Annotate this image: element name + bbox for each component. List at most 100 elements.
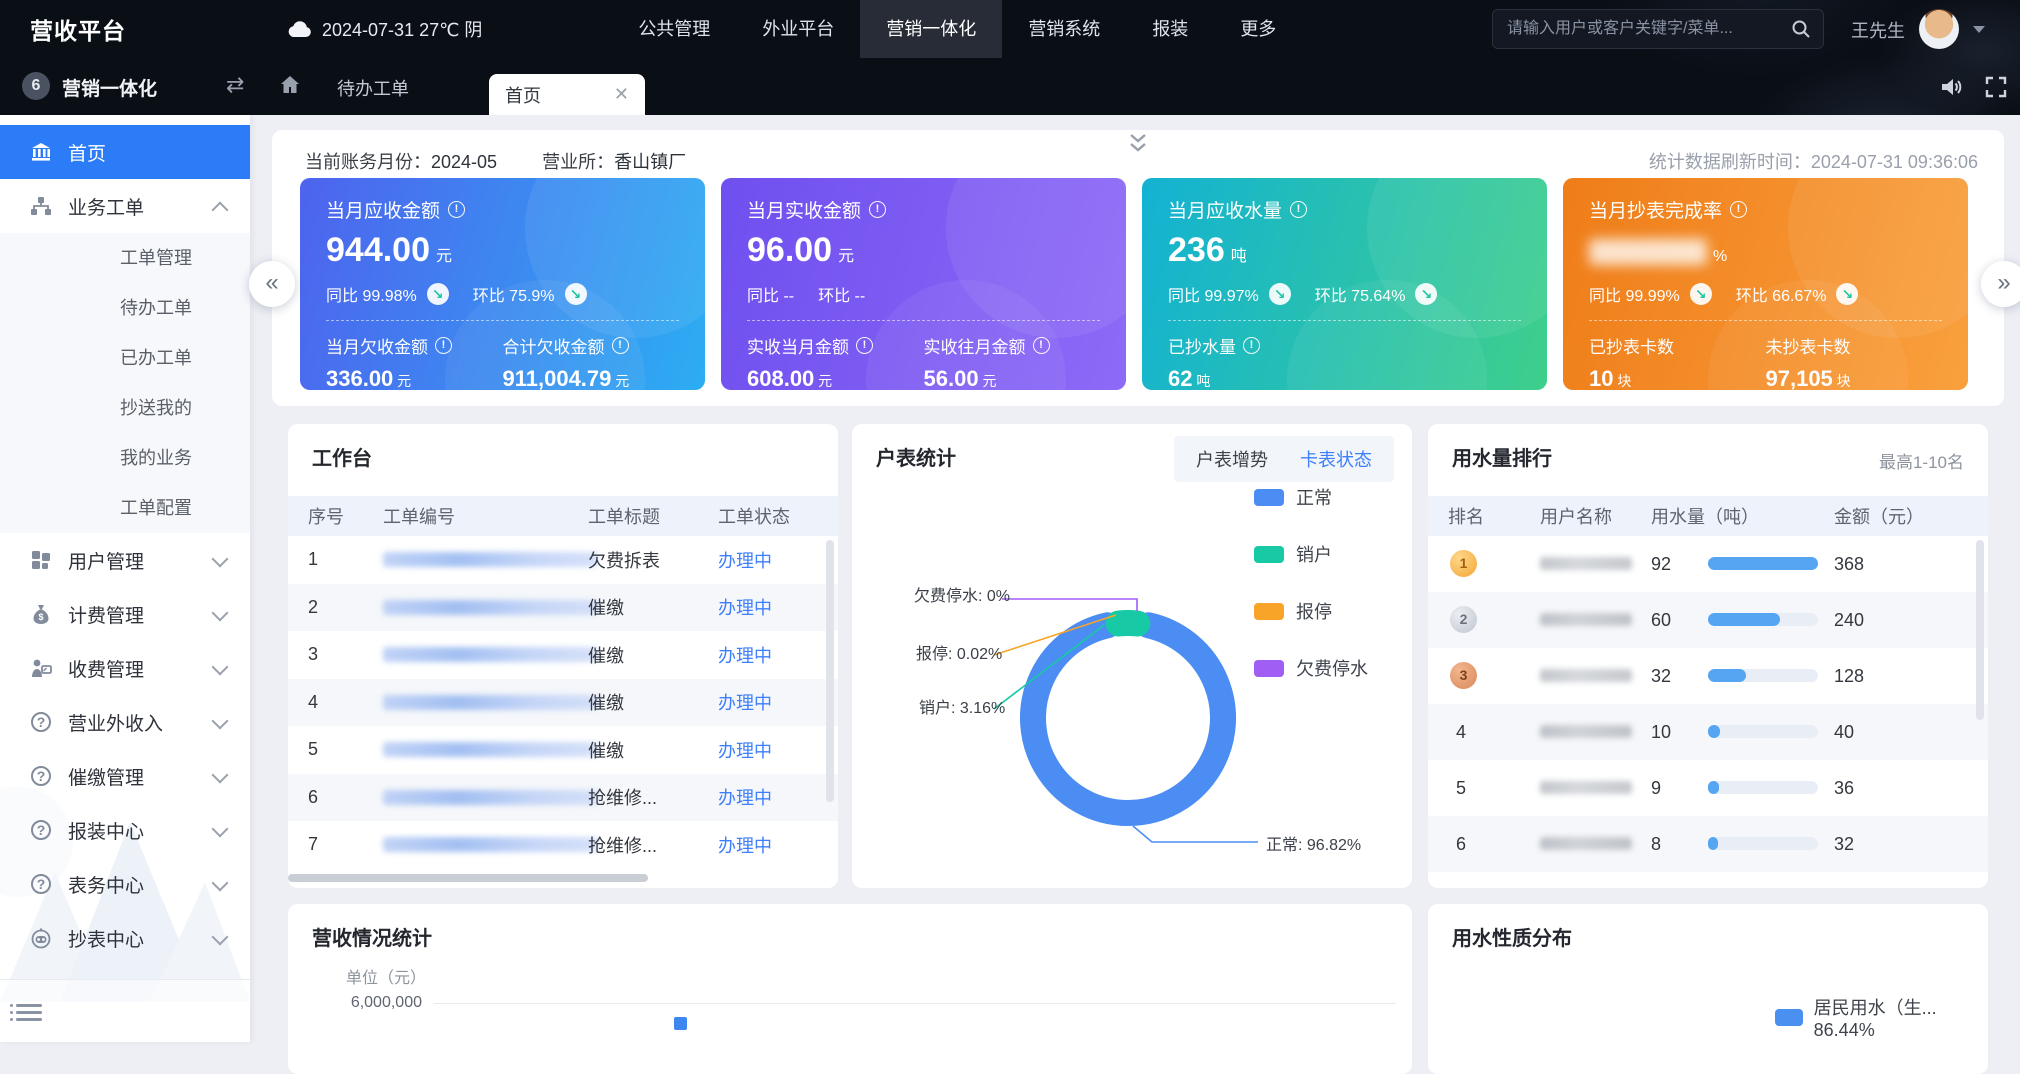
workbench-row-2[interactable]: 3 催缴 办理中: [288, 631, 838, 679]
collapse-panel-icon[interactable]: [1125, 132, 1151, 156]
workbench-row-3[interactable]: 4 催缴 办理中: [288, 679, 838, 727]
top-nav-1[interactable]: 外业平台: [736, 0, 860, 58]
sidebar-subitem-0[interactable]: 工单管理: [0, 233, 250, 283]
sidebar-item-7[interactable]: ? 报装中心: [0, 803, 250, 857]
carousel-next-button[interactable]: »: [1981, 261, 2020, 307]
avatar[interactable]: [1919, 9, 1959, 49]
ranking-row-2[interactable]: 3 32 128: [1428, 648, 1988, 704]
ranking-row-0[interactable]: 1 92 368: [1428, 536, 1988, 592]
info-icon[interactable]: !: [435, 337, 452, 354]
workbench-row-5[interactable]: 6 抢维修... 办理中: [288, 774, 838, 822]
workbench-row-0[interactable]: 1 欠费拆表 办理中: [288, 536, 838, 584]
order-status-link[interactable]: 办理中: [718, 737, 772, 763]
legend-swatch: [1775, 1009, 1803, 1026]
sidebar-item-0[interactable]: 首页: [0, 125, 250, 179]
top-nav-3[interactable]: 营销系统: [1002, 0, 1126, 58]
carousel-prev-button[interactable]: «: [249, 261, 295, 307]
legend-label: 居民用水（生... 86.44%: [1814, 994, 1988, 1041]
legend-item-1[interactable]: 销户: [1254, 541, 1332, 567]
revenue-title: 营收情况统计: [312, 922, 432, 951]
top-navbar: 营收平台 2024-07-31 27℃ 阴 公共管理外业平台营销一体化营销系统报…: [0, 0, 2020, 58]
workbench-row-6[interactable]: 7 抢维修... 办理中: [288, 821, 838, 869]
sidebar-item-4[interactable]: 收费管理: [0, 641, 250, 695]
sidebar-subitem-5[interactable]: 工单配置: [0, 483, 250, 533]
redacted-value: [1589, 239, 1707, 265]
legend-item-3[interactable]: 欠费停水: [1254, 655, 1368, 681]
info-icon[interactable]: !: [1033, 337, 1050, 354]
top-nav-0[interactable]: 公共管理: [612, 0, 736, 58]
sidebar-subitem-4[interactable]: 我的业务: [0, 433, 250, 483]
fullscreen-icon[interactable]: [1984, 75, 2008, 99]
info-icon[interactable]: !: [869, 201, 886, 218]
sidebar-subitem-2[interactable]: 已办工单: [0, 333, 250, 383]
global-search[interactable]: [1492, 9, 1824, 49]
search-icon[interactable]: [1791, 19, 1811, 39]
sidebar-item-5[interactable]: ? 营业外收入: [0, 695, 250, 749]
redacted-user-name: [1540, 613, 1632, 626]
order-status-link[interactable]: 办理中: [718, 784, 772, 810]
revenue-gridline: [434, 1003, 1396, 1004]
sidebar-item-2[interactable]: 用户管理: [0, 533, 250, 587]
ranking-row-1[interactable]: 2 60 240: [1428, 592, 1988, 648]
water-ranking-card: 用水量排行 最高1-10名 排名用户名称用水量（吨）金额（元） 1 92 368…: [1428, 424, 1988, 888]
kpi-cards: 当月应收金额! 944.00元 同比 99.98%↘环比 75.9%↘ 当月欠收…: [300, 178, 1968, 390]
info-icon[interactable]: !: [1730, 201, 1747, 218]
ranking-table-header: 排名用户名称用水量（吨）金额（元）: [1428, 496, 1988, 536]
order-status-link[interactable]: 办理中: [718, 689, 772, 715]
top-nav-menu: 公共管理外业平台营销一体化营销系统报装更多: [612, 0, 1302, 58]
tab-home-active[interactable]: 首页 ✕: [489, 74, 645, 115]
trend-down-icon: ↘: [427, 283, 449, 305]
collapse-menu-icon[interactable]: [16, 1000, 42, 1020]
water-nature-legend-item[interactable]: 居民用水（生... 86.44%: [1775, 994, 1988, 1041]
sidebar-item-3[interactable]: $ 计费管理: [0, 587, 250, 641]
close-tab-icon[interactable]: ✕: [614, 84, 629, 105]
ranking-row-5[interactable]: 6 8 32: [1428, 816, 1988, 872]
order-status-link[interactable]: 办理中: [718, 832, 772, 858]
col-header: 序号: [308, 503, 344, 529]
sidebar-item-8[interactable]: ? 表务中心: [0, 857, 250, 911]
legend-item-0[interactable]: 正常: [1254, 484, 1332, 510]
sidebar-subitem-1[interactable]: 待办工单: [0, 283, 250, 333]
redacted-user-name: [1540, 837, 1632, 850]
ranking-vscrollbar[interactable]: [1976, 540, 1984, 720]
kpi-card-0: 当月应收金额! 944.00元 同比 99.98%↘环比 75.9%↘ 当月欠收…: [300, 178, 705, 390]
order-status-link[interactable]: 办理中: [718, 594, 772, 620]
ranking-row-4[interactable]: 5 9 36: [1428, 760, 1988, 816]
top-nav-2[interactable]: 营销一体化: [860, 0, 1002, 58]
speaker-icon[interactable]: [1938, 74, 1964, 100]
kpi-trend: 同比 --环比 --: [747, 282, 1100, 306]
usage-bar: [1708, 781, 1818, 794]
info-icon[interactable]: !: [1243, 337, 1260, 354]
kpi-submetric: 已抄表卡数 10 块: [1589, 333, 1766, 390]
search-input[interactable]: [1505, 19, 1791, 39]
account-period: 当前账务月份：2024-05 营业所：香山镇厂: [305, 148, 686, 174]
order-status-link[interactable]: 办理中: [718, 642, 772, 668]
top-nav-5[interactable]: 更多: [1214, 0, 1302, 58]
header-bar: 营收平台 2024-07-31 27℃ 阴 公共管理外业平台营销一体化营销系统报…: [0, 0, 2020, 115]
swap-tabs-icon[interactable]: ⇄: [226, 72, 244, 98]
sidebar-item-9[interactable]: 抄表中心: [0, 911, 250, 965]
sidebar-item-1[interactable]: 业务工单: [0, 179, 250, 233]
workbench-hscrollbar[interactable]: [288, 874, 648, 882]
ranking-row-3[interactable]: 4 10 40: [1428, 704, 1988, 760]
sidebar-menu: 首页 业务工单工单管理待办工单已办工单抄送我的我的业务工单配置 用户管理 $ 计…: [0, 115, 250, 965]
info-icon[interactable]: !: [448, 201, 465, 218]
user-menu-caret-icon[interactable]: [1973, 26, 1985, 33]
workbench-vscrollbar[interactable]: [826, 540, 834, 802]
info-icon[interactable]: !: [612, 337, 629, 354]
weather-widget: 2024-07-31 27℃ 阴: [286, 16, 482, 42]
order-status-link[interactable]: 办理中: [718, 547, 772, 573]
info-icon[interactable]: !: [1290, 201, 1307, 218]
tab-todo-orders[interactable]: 待办工单: [337, 75, 409, 101]
workbench-row-1[interactable]: 2 催缴 办理中: [288, 584, 838, 632]
username[interactable]: 王先生: [1851, 17, 1905, 43]
workbench-row-4[interactable]: 5 催缴 办理中: [288, 726, 838, 774]
legend-item-2[interactable]: 报停: [1254, 598, 1332, 624]
top-nav-4[interactable]: 报装: [1126, 0, 1214, 58]
usage-bar: [1708, 725, 1818, 738]
info-icon[interactable]: !: [856, 337, 873, 354]
ranking-row-6[interactable]: 7: [1428, 872, 1988, 888]
home-icon[interactable]: [278, 73, 302, 97]
sidebar-subitem-3[interactable]: 抄送我的: [0, 383, 250, 433]
sidebar-item-6[interactable]: ? 催缴管理: [0, 749, 250, 803]
